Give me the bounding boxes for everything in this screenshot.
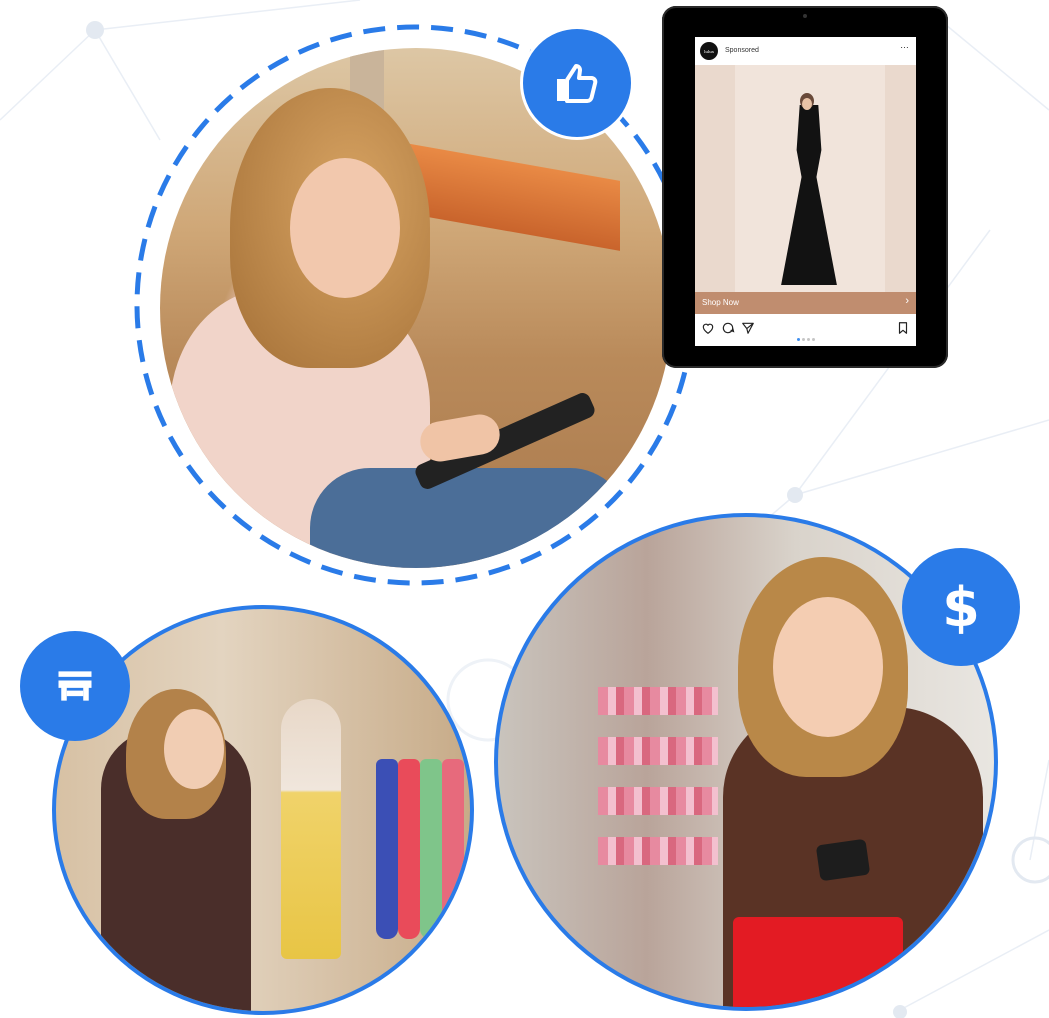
dollar-icon: $ [942, 575, 980, 639]
sponsored-label: Sponsored [725, 47, 759, 54]
photo-shelf [598, 737, 718, 765]
photo-dress [376, 759, 398, 939]
photo-mannequin [281, 699, 341, 959]
ad-action-bar [695, 317, 916, 341]
carousel-dot [802, 338, 805, 341]
ad-header: lulus Sponsored … [695, 37, 916, 65]
heart-icon[interactable] [701, 321, 715, 335]
carousel-dot [812, 338, 815, 341]
tablet-camera [803, 14, 807, 18]
photo-shelf [598, 787, 718, 815]
shop-now-label: Shop Now [702, 298, 739, 307]
carousel-indicator [797, 328, 817, 346]
account-avatar[interactable]: lulus [700, 42, 718, 60]
ad-screen: lulus Sponsored … Shop Now › [695, 37, 916, 346]
photo-person-face [773, 597, 883, 737]
storefront-icon [58, 671, 92, 701]
photo-shelf [598, 837, 718, 865]
photo-phone [815, 838, 871, 882]
photo-person-face [290, 158, 400, 298]
chevron-right-icon: › [905, 295, 909, 307]
dollar-badge: $ [902, 548, 1020, 666]
model-face [802, 98, 812, 110]
carousel-dot [797, 338, 800, 341]
share-icon[interactable] [741, 321, 755, 335]
account-avatar-logo: lulus [704, 48, 714, 54]
like-badge [520, 26, 634, 140]
tablet-device: lulus Sponsored … Shop Now › [662, 6, 948, 368]
photo-dress [398, 759, 420, 939]
bookmark-icon[interactable] [896, 321, 910, 335]
photo-person-jeans [310, 468, 630, 568]
thumbs-up-icon [557, 64, 598, 103]
photo-dress [420, 759, 442, 939]
store-badge [20, 631, 130, 741]
photo-person-face [164, 709, 224, 789]
photo-dress [442, 759, 464, 939]
photo-shopping-bag [733, 917, 903, 1007]
photo-shelf [598, 687, 718, 715]
carousel-dot [807, 338, 810, 341]
ad-product-photo[interactable] [695, 65, 916, 292]
comment-icon[interactable] [721, 321, 735, 335]
shop-now-button[interactable]: Shop Now › [695, 292, 916, 314]
more-options-icon[interactable]: … [900, 40, 909, 50]
